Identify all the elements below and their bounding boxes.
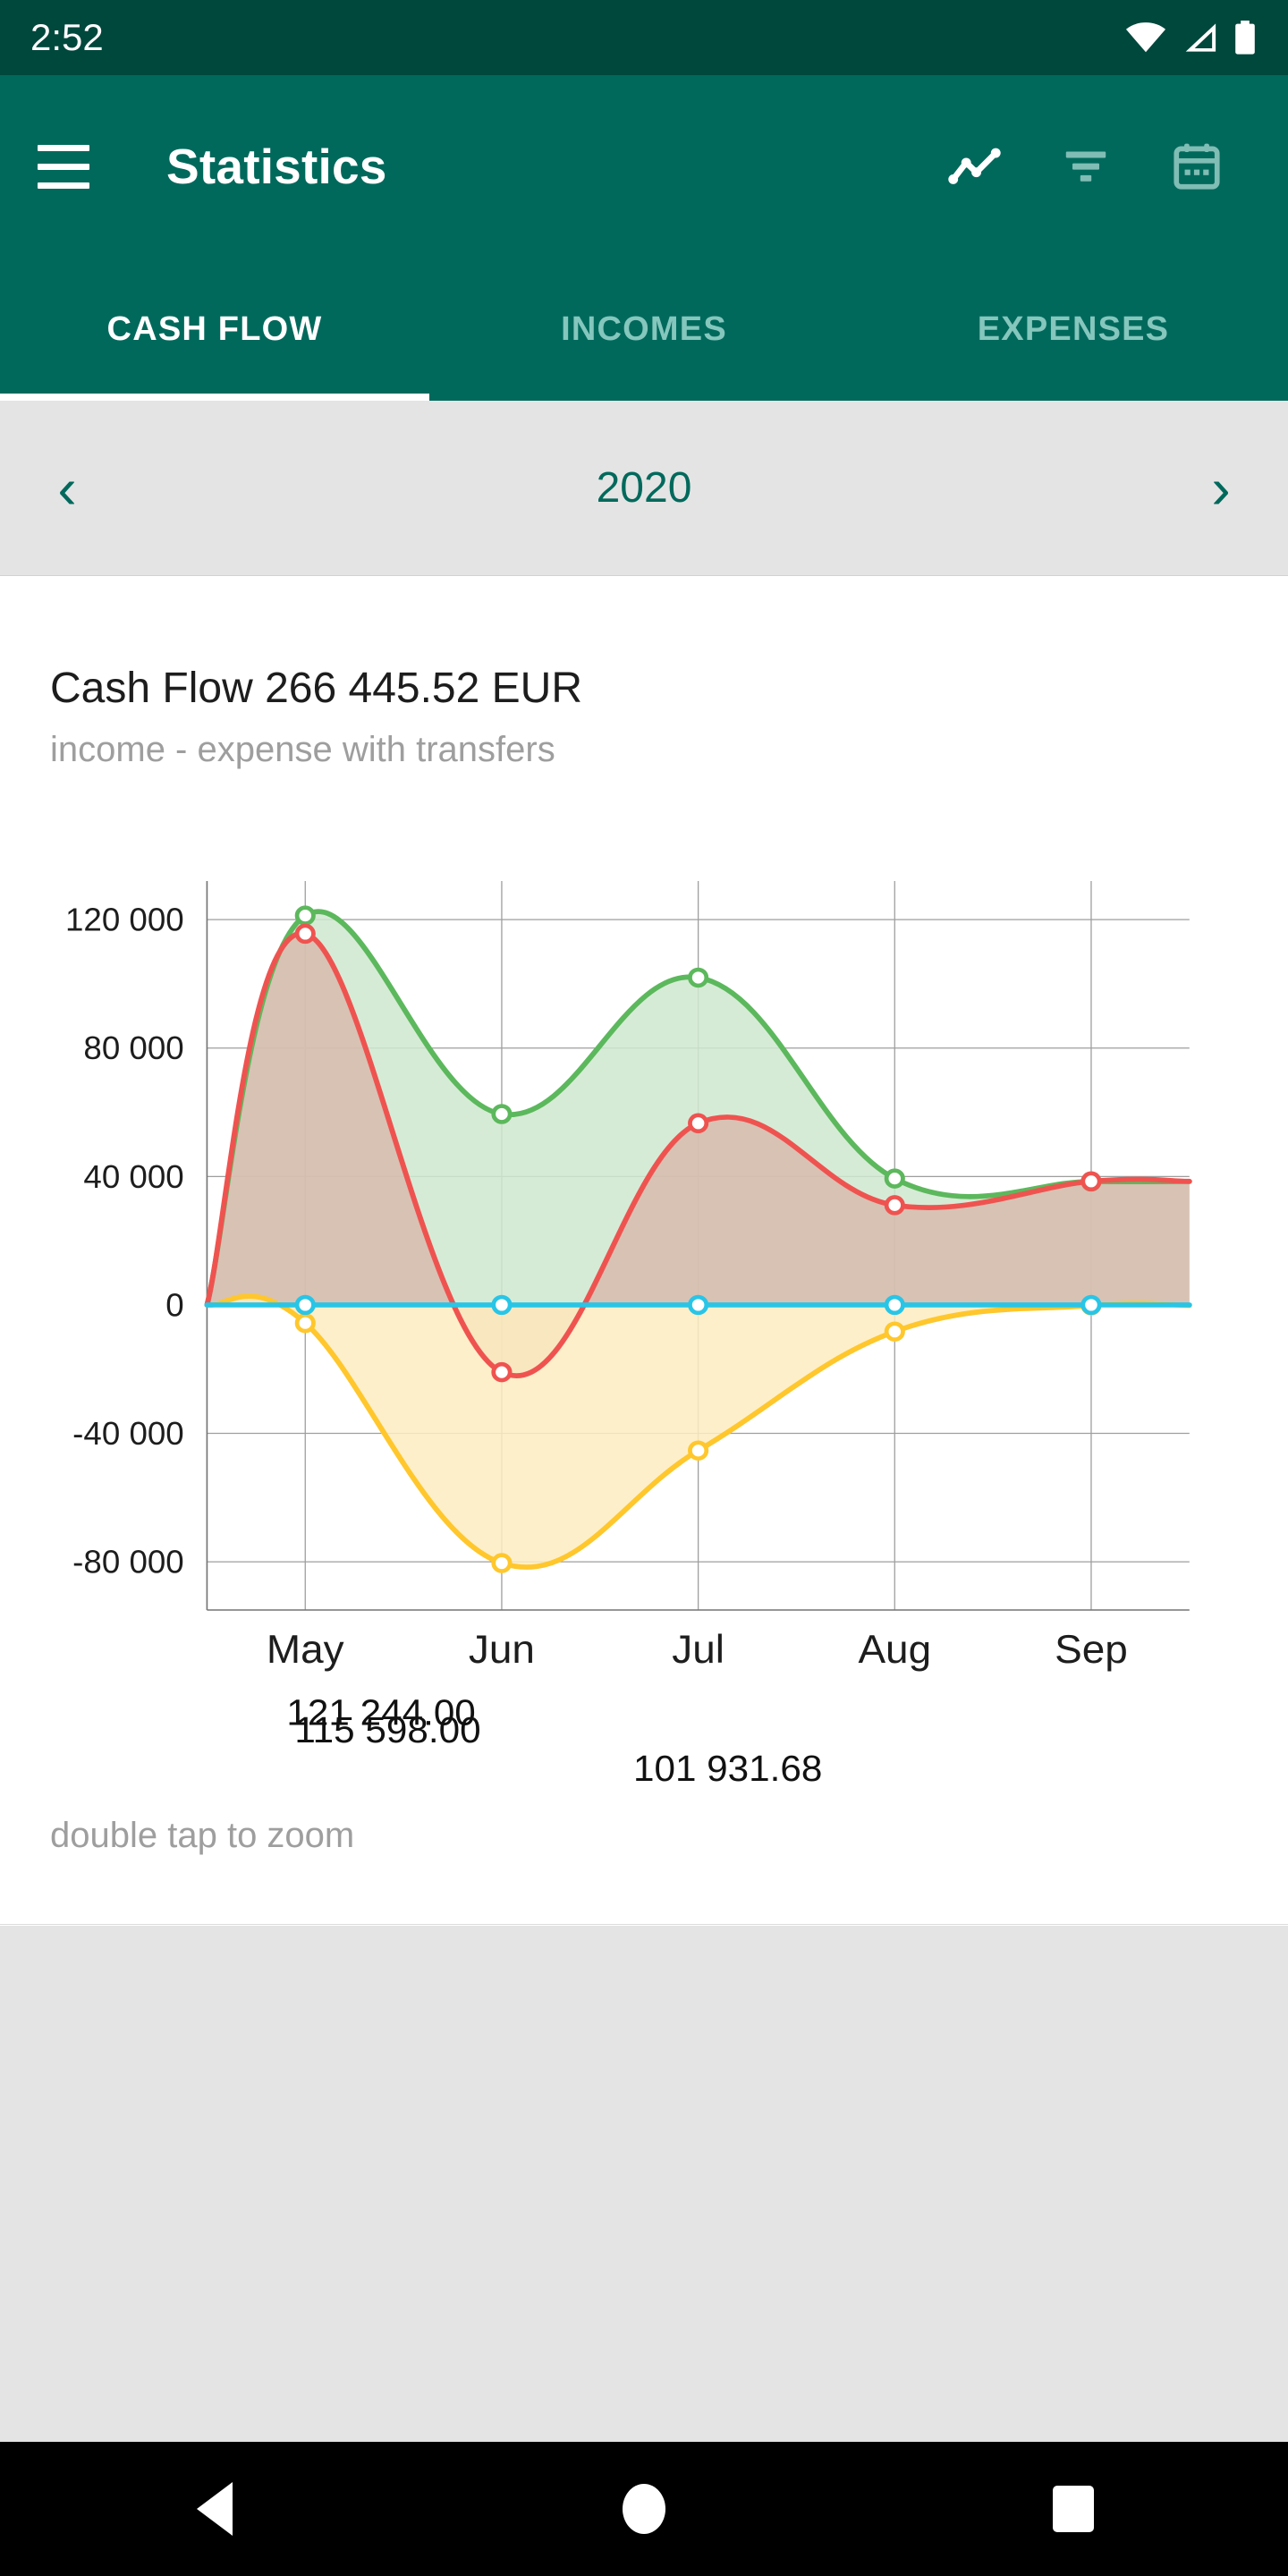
- battery-icon: [1233, 21, 1258, 55]
- page-background-filler: [0, 1926, 1288, 2442]
- system-navigation-bar: [0, 2442, 1288, 2576]
- app-bar-actions: [919, 111, 1252, 222]
- tab-expenses[interactable]: EXPENSES: [859, 258, 1288, 401]
- svg-text:Jun: Jun: [469, 1626, 535, 1671]
- next-period-button[interactable]: ›: [1154, 460, 1288, 517]
- cash-flow-card: Cash Flow 266 445.52 EUR income - expens…: [0, 576, 1288, 2339]
- recents-icon[interactable]: [984, 2442, 1163, 2576]
- svg-text:0: 0: [165, 1287, 183, 1323]
- svg-text:-40 000: -40 000: [72, 1416, 184, 1452]
- previous-period-button[interactable]: ‹: [0, 460, 134, 517]
- tab-bar: CASH FLOW INCOMES EXPENSES: [0, 258, 1288, 401]
- current-period-label[interactable]: 2020: [134, 463, 1154, 513]
- svg-text:Sep: Sep: [1055, 1626, 1128, 1671]
- wifi-icon: [1125, 21, 1166, 54]
- status-time: 2:52: [30, 16, 104, 58]
- tab-cash-flow[interactable]: CASH FLOW: [0, 258, 429, 401]
- svg-text:40 000: 40 000: [83, 1158, 183, 1194]
- svg-text:80 000: 80 000: [83, 1030, 183, 1066]
- cash-flow-chart[interactable]: 120 000 80 000 40 000 0 -40 000 -80 000 121 24…: [0, 844, 1288, 1801]
- svg-text:101 931.68: 101 931.68: [633, 1747, 822, 1788]
- svg-text:Jul: Jul: [672, 1626, 724, 1671]
- page-title: Statistics: [166, 139, 387, 194]
- zoom-hint: double tap to zoom: [50, 1816, 355, 1855]
- status-bar: 2:52: [0, 0, 1288, 75]
- home-icon[interactable]: [555, 2442, 733, 2576]
- svg-text:-80 000: -80 000: [72, 1544, 184, 1580]
- period-selector: ‹ 2020 ›: [0, 401, 1288, 576]
- calendar-icon[interactable]: [1141, 111, 1252, 222]
- svg-text:May: May: [267, 1626, 344, 1671]
- status-icon-group: [1125, 21, 1258, 55]
- svg-text:Aug: Aug: [858, 1626, 931, 1671]
- signal-icon: [1181, 21, 1218, 54]
- hamburger-menu-icon[interactable]: [38, 144, 136, 189]
- app-screen: 2:52 Statistics CASH FLOW INCOMES EXPENS…: [0, 0, 1288, 2576]
- line-chart-icon[interactable]: [919, 111, 1030, 222]
- svg-text:115 598.00: 115 598.00: [294, 1709, 480, 1750]
- filter-icon[interactable]: [1030, 111, 1141, 222]
- app-bar: Statistics: [0, 75, 1288, 258]
- back-icon[interactable]: [125, 2442, 304, 2576]
- tab-incomes[interactable]: INCOMES: [429, 258, 859, 401]
- card-title: Cash Flow 266 445.52 EUR: [50, 665, 582, 712]
- card-subtitle: income - expense with transfers: [50, 730, 555, 769]
- svg-text:120 000: 120 000: [65, 902, 184, 937]
